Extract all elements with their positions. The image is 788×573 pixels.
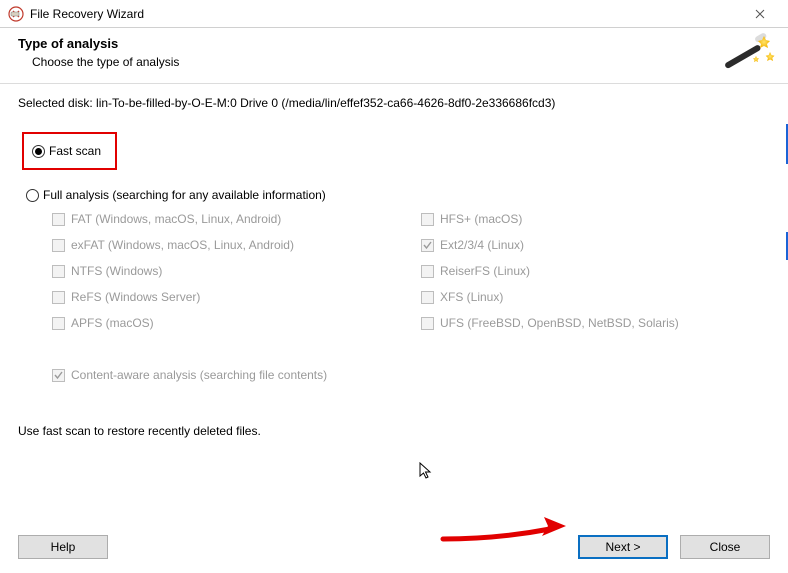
checkbox-icon — [421, 239, 434, 252]
checkbox-label: HFS+ (macOS) — [440, 212, 522, 226]
checkbox-label: NTFS (Windows) — [71, 264, 162, 278]
close-button[interactable]: Close — [680, 535, 770, 559]
header-heading: Type of analysis — [18, 36, 770, 51]
fast-scan-highlight: Fast scan — [22, 132, 117, 170]
checkbox-icon — [52, 239, 65, 252]
filesystem-grid: FAT (Windows, macOS, Linux, Android) HFS… — [18, 212, 770, 330]
cursor-icon — [418, 462, 436, 480]
checkbox-exfat[interactable]: exFAT (Windows, macOS, Linux, Android) — [52, 238, 401, 252]
radio-fast-scan[interactable]: Fast scan — [32, 144, 101, 158]
app-icon — [8, 6, 24, 22]
window-close-button[interactable] — [740, 0, 780, 28]
checkbox-icon — [52, 369, 65, 382]
checkbox-icon — [421, 291, 434, 304]
checkbox-label: UFS (FreeBSD, OpenBSD, NetBSD, Solaris) — [440, 316, 679, 330]
checkbox-content-aware[interactable]: Content-aware analysis (searching file c… — [18, 368, 770, 382]
wizard-content: Selected disk: lin-To-be-filled-by-O-E-M… — [0, 84, 788, 438]
window-title: File Recovery Wizard — [30, 7, 144, 21]
checkbox-icon — [52, 317, 65, 330]
radio-full-analysis[interactable]: Full analysis (searching for any availab… — [26, 188, 770, 202]
checkbox-icon — [52, 265, 65, 278]
checkbox-icon — [421, 317, 434, 330]
hint-text: Use fast scan to restore recently delete… — [18, 424, 770, 438]
checkbox-icon — [52, 291, 65, 304]
checkbox-ufs[interactable]: UFS (FreeBSD, OpenBSD, NetBSD, Solaris) — [421, 316, 770, 330]
wizard-wand-icon — [720, 32, 776, 80]
radio-icon — [26, 189, 39, 202]
radio-label: Full analysis (searching for any availab… — [43, 188, 326, 202]
title-bar: File Recovery Wizard — [0, 0, 788, 28]
checkbox-ntfs[interactable]: NTFS (Windows) — [52, 264, 401, 278]
checkbox-xfs[interactable]: XFS (Linux) — [421, 290, 770, 304]
wizard-header: Type of analysis Choose the type of anal… — [0, 28, 788, 84]
checkbox-icon — [421, 213, 434, 226]
selected-disk-label: Selected disk: lin-To-be-filled-by-O-E-M… — [18, 96, 770, 110]
checkbox-icon — [52, 213, 65, 226]
radio-icon — [32, 145, 45, 158]
checkbox-label: XFS (Linux) — [440, 290, 503, 304]
wizard-footer: Help Next > Close — [0, 535, 788, 559]
checkbox-icon — [421, 265, 434, 278]
checkbox-label: ReFS (Windows Server) — [71, 290, 200, 304]
checkbox-label: Ext2/3/4 (Linux) — [440, 238, 524, 252]
checkbox-apfs[interactable]: APFS (macOS) — [52, 316, 401, 330]
help-button[interactable]: Help — [18, 535, 108, 559]
header-subheading: Choose the type of analysis — [18, 55, 770, 69]
checkbox-ext[interactable]: Ext2/3/4 (Linux) — [421, 238, 770, 252]
checkbox-label: ReiserFS (Linux) — [440, 264, 530, 278]
checkbox-fat[interactable]: FAT (Windows, macOS, Linux, Android) — [52, 212, 401, 226]
checkbox-reiser[interactable]: ReiserFS (Linux) — [421, 264, 770, 278]
checkbox-hfs[interactable]: HFS+ (macOS) — [421, 212, 770, 226]
checkbox-refs[interactable]: ReFS (Windows Server) — [52, 290, 401, 304]
checkbox-label: exFAT (Windows, macOS, Linux, Android) — [71, 238, 294, 252]
checkbox-label: Content-aware analysis (searching file c… — [71, 368, 327, 382]
checkbox-label: APFS (macOS) — [71, 316, 154, 330]
checkbox-label: FAT (Windows, macOS, Linux, Android) — [71, 212, 281, 226]
next-button[interactable]: Next > — [578, 535, 668, 559]
radio-label: Fast scan — [49, 144, 101, 158]
